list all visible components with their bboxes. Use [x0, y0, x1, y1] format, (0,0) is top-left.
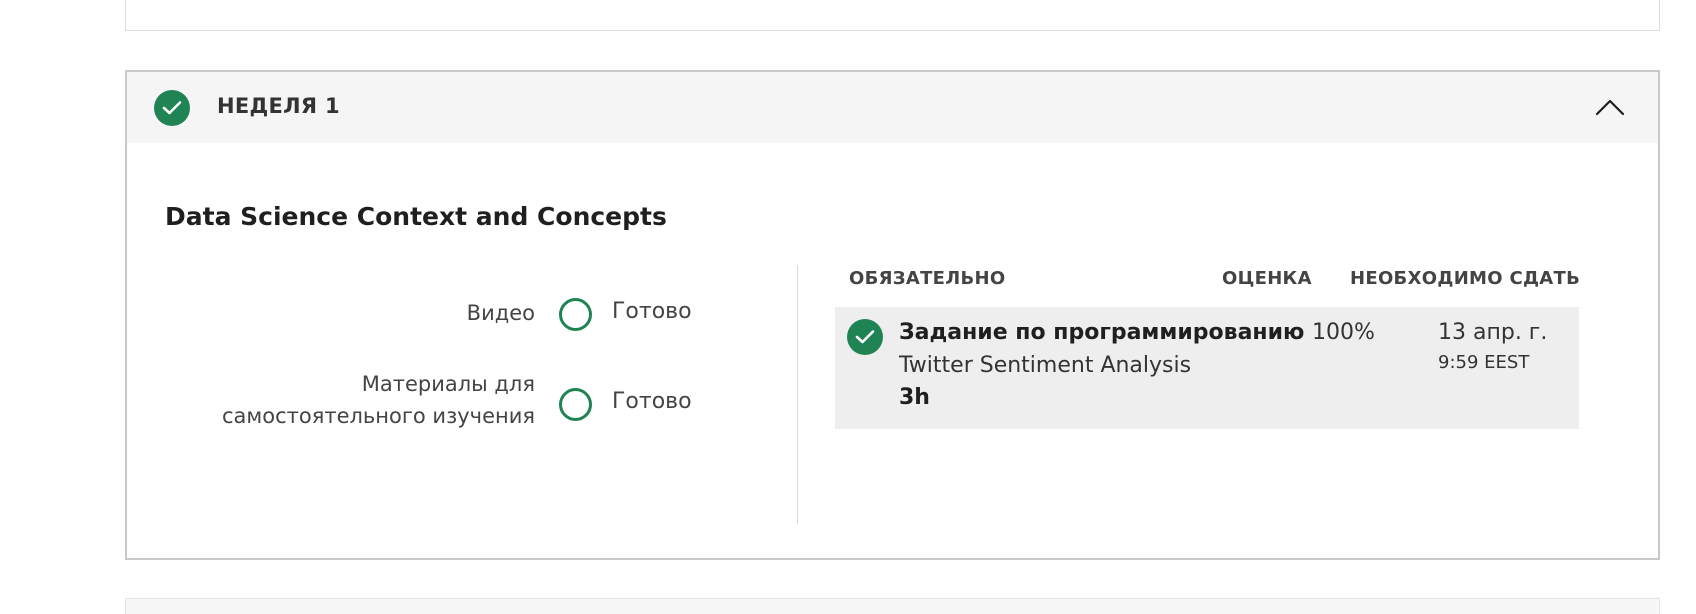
empty-ring-icon [559, 298, 592, 331]
header-due: НЕОБХОДИМО СДАТЬ [1350, 268, 1581, 289]
assignment-type[interactable]: Задание по программированию [899, 320, 1304, 345]
assignment-duration: 3h [899, 385, 930, 410]
stat-status: Готово [612, 299, 692, 324]
check-circle-icon [154, 90, 190, 126]
column-divider [797, 265, 798, 524]
header-grade: ОЦЕНКА [1222, 268, 1312, 289]
chevron-up-icon [1595, 99, 1625, 116]
week-card: НЕДЕЛЯ 1 Data Science Context and Concep… [125, 70, 1660, 560]
collapse-button[interactable] [1592, 91, 1628, 123]
stat-label: Видео [466, 301, 535, 325]
empty-ring-icon [559, 388, 592, 421]
course-week-page: НЕДЕЛЯ 1 Data Science Context and Concep… [0, 0, 1696, 614]
stat-row-readings: Материалы для самостоятельного изучения … [127, 368, 747, 438]
assignment-due-date: 13 апр. г. [1438, 320, 1548, 345]
previous-week-card [125, 0, 1660, 31]
stat-status: Готово [612, 389, 692, 414]
header-required: ОБЯЗАТЕЛЬНО [849, 268, 1006, 289]
stat-row-video: Видео Готово [127, 294, 747, 334]
assignment-due-time: 9:59 EEST [1438, 352, 1530, 373]
assignment-name[interactable]: Twitter Sentiment Analysis [899, 353, 1191, 378]
assignment-row[interactable]: Задание по программированию Twitter Sent… [835, 307, 1579, 429]
week-title: НЕДЕЛЯ 1 [217, 94, 340, 118]
module-title: Data Science Context and Concepts [165, 202, 667, 231]
assignment-grade: 100% [1312, 320, 1375, 345]
next-week-card[interactable] [125, 598, 1660, 614]
check-circle-icon [847, 319, 883, 355]
stat-label-line2: самостоятельного изучения [221, 404, 535, 428]
week-header[interactable]: НЕДЕЛЯ 1 [127, 72, 1658, 143]
stat-label-line1: Материалы для [361, 372, 535, 396]
